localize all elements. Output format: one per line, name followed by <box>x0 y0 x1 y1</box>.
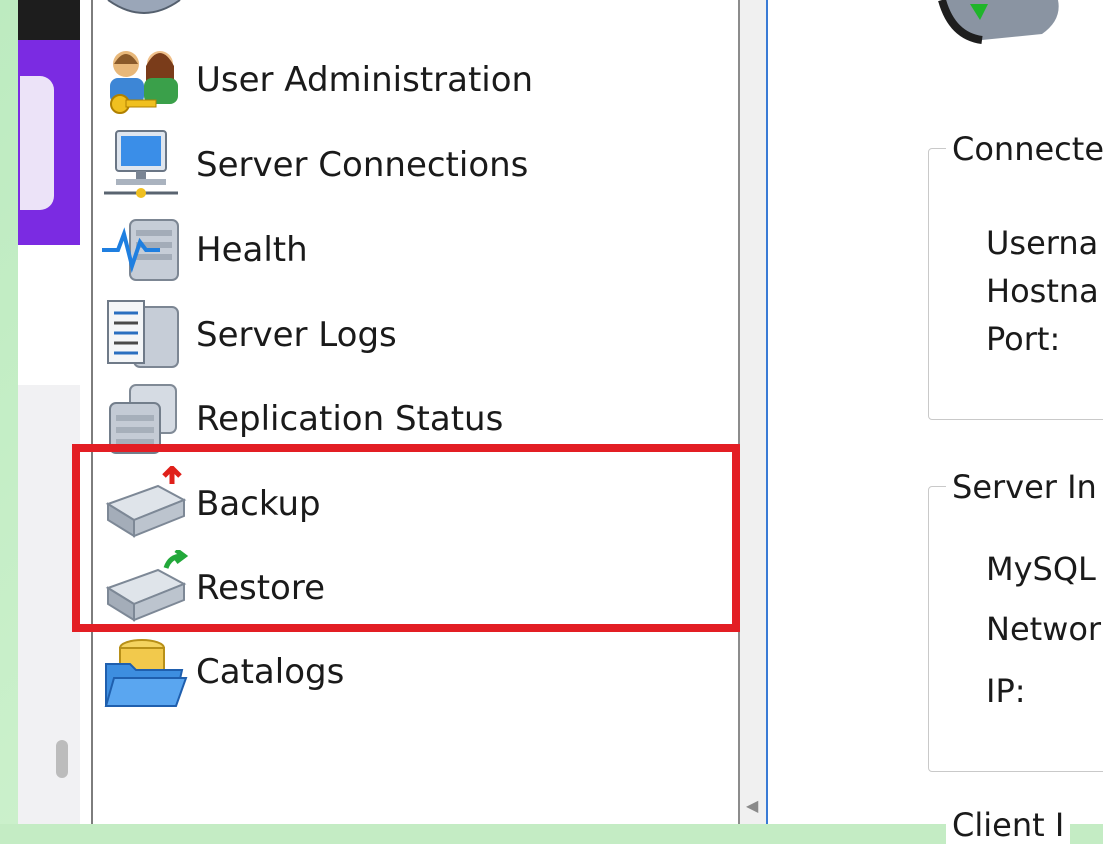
sidebar-item-server-logs[interactable]: Server Logs <box>100 297 720 373</box>
scroll-left-arrow-icon[interactable]: ◀ <box>746 796 758 815</box>
left-panel-gray <box>18 385 80 824</box>
sidebar-item-label: Health <box>196 230 308 270</box>
highlight-box <box>72 444 740 632</box>
health-pulse-icon <box>100 212 196 288</box>
gear-icon <box>107 0 181 14</box>
users-key-icon <box>100 42 196 118</box>
sidebar-item-server-connections[interactable]: Server Connections <box>100 127 720 203</box>
hostname-label: Hostna <box>986 272 1099 310</box>
username-label: Userna <box>986 224 1099 262</box>
window-titlebar-fragment <box>18 0 80 40</box>
sidebar-item-user-administration[interactable]: User Administration <box>100 42 720 118</box>
connected-groupbox-title: Connecte <box>946 130 1103 168</box>
scrollbar-thumb[interactable] <box>56 740 68 778</box>
sidebar-item-label: Server Logs <box>196 315 397 355</box>
splitter[interactable] <box>740 0 766 824</box>
server-status-icon <box>938 0 1059 44</box>
network-name-label: Networ <box>986 610 1102 648</box>
sidebar-item-catalogs[interactable]: Catalogs <box>100 634 720 710</box>
navigator-border-left <box>91 0 93 824</box>
server-log-icon <box>100 297 196 373</box>
network-computer-icon <box>100 127 196 203</box>
mysql-version-label: MySQL <box>986 550 1096 588</box>
sidebar-item-label: Catalogs <box>196 652 345 692</box>
purple-card <box>20 76 54 210</box>
catalog-folder-icon <box>100 634 196 710</box>
sidebar-item-label: User Administration <box>196 60 534 100</box>
left-panel-white <box>18 245 80 385</box>
sidebar-item-label: Replication Status <box>196 399 504 439</box>
client-info-groupbox-title: Client I <box>946 806 1071 844</box>
port-label: Port: <box>986 320 1061 358</box>
ip-label: IP: <box>986 672 1026 710</box>
server-info-groupbox-title: Server In <box>946 468 1103 506</box>
sidebar-item-health[interactable]: Health <box>100 212 720 288</box>
sidebar-item-label: Server Connections <box>196 145 529 185</box>
